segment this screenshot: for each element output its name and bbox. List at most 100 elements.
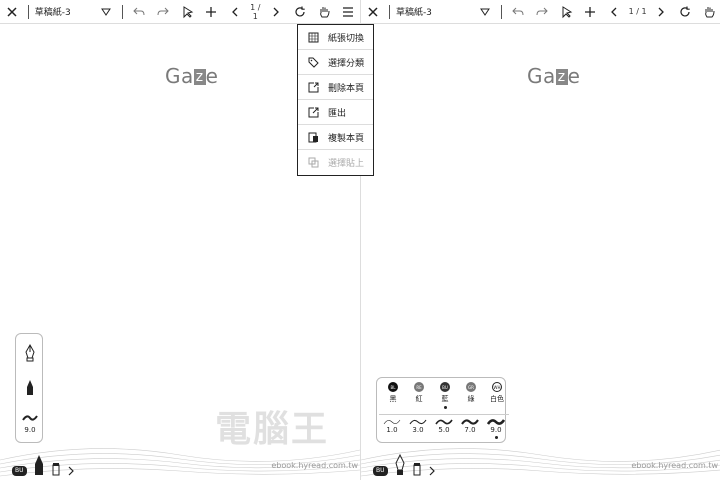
more-menu: 紙張切換 選擇分類 刪除本頁 匯出 複製本頁 選擇貼上	[297, 24, 374, 176]
eraser-icon[interactable]	[412, 462, 422, 476]
menu-item-delete-page[interactable]: 刪除本頁	[298, 75, 373, 100]
plus-icon	[205, 6, 216, 17]
color-swatch[interactable]: GR 綠	[459, 382, 483, 409]
stroke-width-icon	[409, 419, 427, 425]
color-label: 綠	[467, 395, 475, 403]
close-button[interactable]	[361, 0, 385, 24]
tool-bar-bottom: BU	[373, 452, 436, 476]
right-pane: 草稿紙-3 1 / 1 Ga z e BL 黑 RE 紅 BU 藍 GR 綠 W…	[360, 0, 720, 480]
color-label: 白色	[490, 395, 504, 403]
pen-width-label: 9.0	[24, 426, 36, 434]
marker-button[interactable]	[16, 379, 44, 397]
hand-tool-button[interactable]	[312, 0, 336, 24]
width-option[interactable]: 7.0	[457, 418, 483, 439]
title-dropdown[interactable]	[94, 0, 118, 24]
menu-item-label: 刪除本頁	[328, 83, 365, 94]
prev-page-button[interactable]	[223, 0, 247, 24]
color-tag[interactable]: BU	[373, 466, 388, 476]
color-label: 黑	[389, 395, 397, 403]
undo-button[interactable]	[506, 0, 530, 24]
menu-item-paste[interactable]: 選擇貼上	[298, 150, 373, 175]
width-option[interactable]: 5.0	[431, 418, 457, 439]
menu-item-export[interactable]: 匯出	[298, 100, 373, 125]
notebook-title[interactable]: 草稿紙-3	[394, 5, 473, 18]
menu-item-paper[interactable]: 紙張切換	[298, 25, 373, 50]
fountain-pen-button[interactable]	[16, 344, 44, 362]
color-swatches: BL 黑 RE 紅 BU 藍 GR 綠 WH 白色	[381, 382, 509, 409]
undo-button[interactable]	[127, 0, 151, 24]
redo-button[interactable]	[151, 0, 175, 24]
width-label: 3.0	[412, 426, 424, 434]
cursor-icon	[183, 5, 193, 18]
color-label: 紅	[415, 395, 423, 403]
stroke-width-icon	[487, 419, 505, 425]
stroke-width-icon	[435, 419, 453, 425]
width-option[interactable]: 9.0	[483, 418, 509, 439]
chevron-left-icon	[231, 7, 238, 16]
color-tag[interactable]: BU	[12, 466, 27, 476]
refresh-button[interactable]	[673, 0, 697, 24]
close-icon	[368, 6, 378, 17]
next-page-button[interactable]	[649, 0, 673, 24]
width-label: 1.0	[386, 426, 398, 434]
pen-icon[interactable]	[33, 454, 45, 476]
stroke-preview[interactable]	[16, 414, 44, 422]
selected-indicator	[443, 406, 447, 409]
eraser-icon[interactable]	[51, 462, 61, 476]
copy-page-icon	[308, 132, 318, 142]
refresh-icon	[680, 6, 690, 16]
width-option[interactable]: 1.0	[379, 418, 405, 439]
next-page-button[interactable]	[264, 0, 288, 24]
color-dot: BU	[440, 382, 450, 392]
close-icon	[7, 6, 17, 17]
divider	[28, 4, 29, 19]
width-option[interactable]: 3.0	[405, 418, 431, 439]
tool-bar-bottom: BU	[12, 452, 75, 476]
selected-indicator	[494, 436, 498, 439]
logo-text: Ga	[165, 64, 194, 88]
color-swatch[interactable]: BU 藍	[433, 382, 457, 409]
export-icon	[308, 107, 319, 117]
stroke-width-icon	[383, 419, 401, 425]
divider	[121, 4, 123, 19]
menu-button[interactable]	[336, 0, 360, 24]
color-dot: RE	[414, 382, 424, 392]
expand-arrow-icon[interactable]	[428, 466, 436, 476]
color-swatch[interactable]: RE 紅	[407, 382, 431, 409]
width-label: 9.0	[490, 426, 502, 434]
expand-arrow-icon[interactable]	[67, 466, 75, 476]
menu-item-category[interactable]: 選擇分類	[298, 50, 373, 75]
divider	[501, 4, 503, 19]
title-dropdown[interactable]	[473, 0, 497, 24]
menu-item-copy-page[interactable]: 複製本頁	[298, 125, 373, 150]
prev-page-button[interactable]	[602, 0, 626, 24]
color-swatch[interactable]: BL 黑	[381, 382, 405, 409]
refresh-button[interactable]	[288, 0, 312, 24]
hand-tool-button[interactable]	[697, 0, 720, 24]
undo-icon	[132, 7, 145, 15]
add-page-button[interactable]	[199, 0, 223, 24]
width-label: 7.0	[464, 426, 476, 434]
color-label: 藍	[441, 395, 449, 403]
marker-icon	[27, 380, 33, 395]
close-button[interactable]	[0, 0, 24, 24]
chevron-down-icon	[101, 8, 111, 16]
page-indicator: 1 / 1	[628, 7, 647, 16]
plus-icon	[585, 6, 596, 17]
color-swatch[interactable]: WH 白色	[485, 382, 509, 409]
cursor-icon	[562, 5, 573, 18]
logo-z: z	[555, 69, 568, 85]
logo-text-end: e	[205, 64, 219, 88]
page-indicator: 1 / 1	[250, 2, 261, 21]
redo-button[interactable]	[530, 0, 554, 24]
undo-icon	[512, 7, 524, 15]
notebook-title[interactable]: 草稿紙-3	[33, 5, 94, 18]
add-page-button[interactable]	[578, 0, 602, 24]
menu-item-label: 選擇貼上	[328, 159, 365, 169]
select-tool-button[interactable]	[554, 0, 578, 24]
select-tool-button[interactable]	[175, 0, 199, 24]
refresh-icon	[295, 6, 305, 16]
color-dot: WH	[492, 382, 502, 392]
redo-icon	[536, 7, 549, 15]
fountain-pen-icon[interactable]	[394, 454, 406, 476]
